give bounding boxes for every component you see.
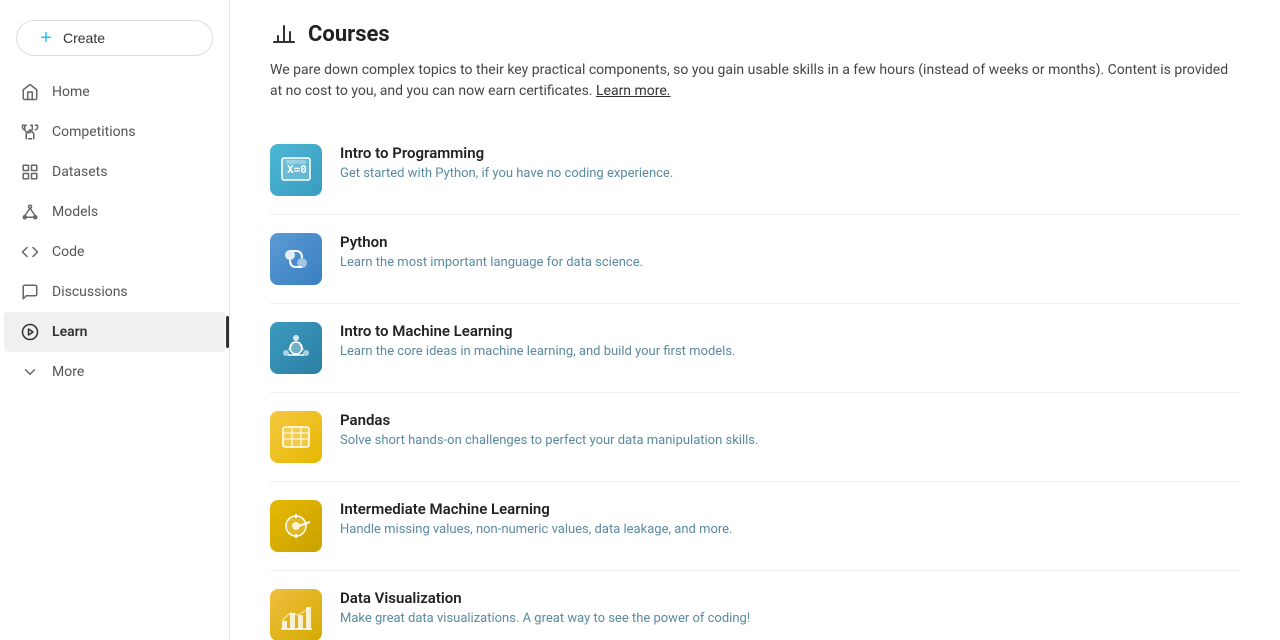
sidebar-item-datasets[interactable]: Datasets [4,152,225,192]
sidebar-item-label: Competitions [52,124,136,140]
course-item-intro-ml[interactable]: Intro to Machine Learning Learn the core… [270,304,1240,393]
course-name: Pandas [340,411,1240,429]
course-icon [270,411,322,463]
course-name: Intro to Machine Learning [340,322,1240,340]
code-icon [20,242,40,262]
chevron-down-icon [20,362,40,382]
course-info: Python Learn the most important language… [340,233,1240,270]
course-name: Intermediate Machine Learning [340,500,1240,518]
trophy-icon [20,122,40,142]
courses-description: We pare down complex topics to their key… [270,60,1240,102]
sidebar-item-label: Datasets [52,164,107,180]
sidebar-item-models[interactable]: Models [4,192,225,232]
course-info: Intro to Machine Learning Learn the core… [340,322,1240,359]
course-desc: Learn the most important language for da… [340,255,1240,270]
datasets-icon [20,162,40,182]
course-icon: X=0 [270,144,322,196]
page-title: Courses [308,22,390,47]
sidebar-item-label: Discussions [52,284,128,300]
course-name: Data Visualization [340,589,1240,607]
sidebar-item-label: Home [52,84,90,100]
course-name: Intro to Programming [340,144,1240,162]
course-desc: Make great data visualizations. A great … [340,611,1240,626]
course-item-data-viz[interactable]: Data Visualization Make great data visua… [270,571,1240,640]
home-icon [20,82,40,102]
sidebar-item-discussions[interactable]: Discussions [4,272,225,312]
course-icon [270,322,322,374]
course-list: X=0 Intro to Programming Get started wit… [270,126,1240,640]
sidebar-item-home[interactable]: Home [4,72,225,112]
course-icon [270,500,322,552]
main-content: Courses We pare down complex topics to t… [230,0,1280,640]
sidebar-item-competitions[interactable]: Competitions [4,112,225,152]
sidebar-item-label: More [52,364,84,380]
create-button[interactable]: + Create [16,20,213,56]
course-name: Python [340,233,1240,251]
sidebar-item-code[interactable]: Code [4,232,225,272]
create-label: Create [63,30,105,46]
courses-header: Courses [270,20,1240,48]
sidebar-item-label: Code [52,244,84,260]
course-icon [270,589,322,640]
course-desc: Handle missing values, non-numeric value… [340,522,1240,537]
learn-icon [20,322,40,342]
sidebar-item-label: Models [52,204,98,220]
sidebar-item-learn[interactable]: Learn [4,312,225,352]
course-item-pandas[interactable]: Pandas Solve short hands-on challenges t… [270,393,1240,482]
course-info: Intermediate Machine Learning Handle mis… [340,500,1240,537]
svg-text:X=0: X=0 [287,163,307,176]
course-info: Pandas Solve short hands-on challenges t… [340,411,1240,448]
course-desc: Solve short hands-on challenges to perfe… [340,433,1240,448]
course-icon [270,233,322,285]
discussions-icon [20,282,40,302]
course-item-intro-programming[interactable]: X=0 Intro to Programming Get started wit… [270,126,1240,215]
course-desc: Learn the core ideas in machine learning… [340,344,1240,359]
plus-icon: + [37,29,55,47]
course-item-python[interactable]: Python Learn the most important language… [270,215,1240,304]
course-item-intermediate-ml[interactable]: Intermediate Machine Learning Handle mis… [270,482,1240,571]
course-desc: Get started with Python, if you have no … [340,166,1240,181]
courses-icon [270,20,298,48]
learn-more-link[interactable]: Learn more. [596,83,671,99]
course-info: Data Visualization Make great data visua… [340,589,1240,626]
course-info: Intro to Programming Get started with Py… [340,144,1240,181]
models-icon [20,202,40,222]
sidebar-item-more[interactable]: More [4,352,225,392]
sidebar: + Create Home Competitions [0,0,230,640]
sidebar-item-label: Learn [52,324,87,340]
